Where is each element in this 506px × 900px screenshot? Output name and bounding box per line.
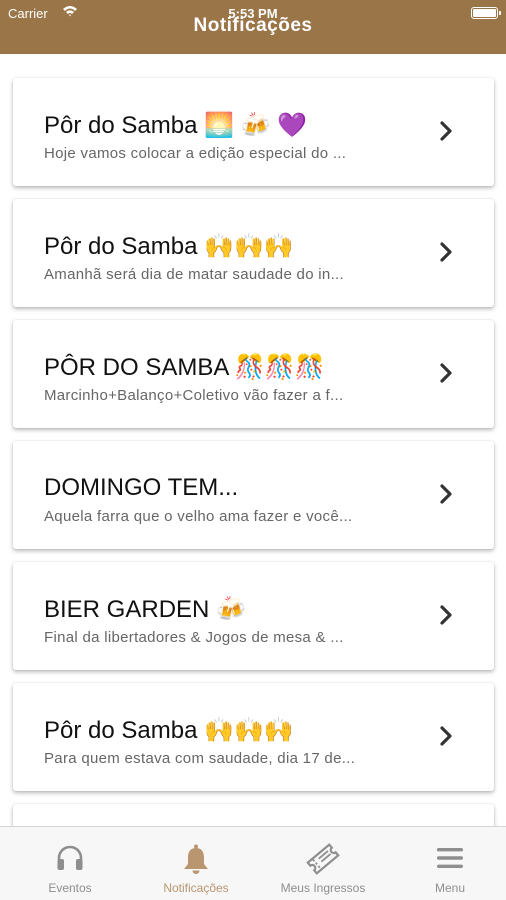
headphones-icon — [57, 845, 83, 870]
tab-label: Meus Ingressos — [280, 881, 366, 895]
notification-preview: Para quem estava com saudade, dia 17 de.… — [44, 750, 356, 767]
chevron-right-icon — [440, 726, 452, 746]
tab-notificacoes[interactable]: Notificações — [126, 827, 266, 900]
notification-title: Pôr do Samba 🙌🙌🙌 — [44, 717, 294, 744]
notification-item-partial[interactable] — [13, 804, 494, 826]
bell-icon — [184, 844, 208, 874]
notification-title: PÔR DO SAMBA 🎊🎊🎊 — [44, 354, 325, 381]
notification-item[interactable]: DOMINGO TEM... Aquela farra que o velho … — [13, 441, 494, 549]
chevron-right-icon — [440, 242, 452, 262]
ticket-icon — [306, 843, 340, 875]
chevron-right-icon — [440, 605, 452, 625]
chevron-right-icon — [440, 363, 452, 383]
chevron-right-icon — [440, 121, 452, 141]
notification-title: DOMINGO TEM... — [44, 474, 239, 501]
tab-bar: Eventos Notificações Meus Ingressos Menu — [0, 826, 506, 900]
notification-preview: Aquela farra que o velho ama fazer e voc… — [44, 508, 353, 525]
notification-title: BIER GARDEN 🍻 — [44, 596, 246, 623]
chevron-right-icon — [440, 484, 452, 504]
tab-label: Menu — [434, 881, 466, 895]
notifications-list[interactable]: Pôr do Samba 🌅 🍻 💜 Hoje vamos colocar a … — [0, 54, 506, 826]
notification-preview: Hoje vamos colocar a edição especial do … — [44, 145, 347, 162]
notification-preview: Amanhã será dia de matar saudade do in..… — [44, 266, 344, 283]
tab-label: Notificações — [163, 881, 229, 895]
notification-title: Pôr do Samba 🙌🙌🙌 — [44, 233, 294, 260]
notification-preview: Marcinho+Balanço+Coletivo vão fazer a f.… — [44, 387, 344, 404]
navigation-bar: Carrier 5:53 PM Notificações — [0, 0, 506, 54]
notification-title: Pôr do Samba 🌅 🍻 💜 — [44, 112, 308, 139]
notification-preview: Final da libertadores & Jogos de mesa & … — [44, 629, 344, 646]
notification-item[interactable]: Pôr do Samba 🙌🙌🙌 Amanhã será dia de mata… — [13, 199, 494, 307]
page-title: Notificações — [193, 15, 313, 36]
notification-item[interactable]: Pôr do Samba 🙌🙌🙌 Para quem estava com sa… — [13, 683, 494, 791]
menu-icon — [437, 848, 463, 868]
tab-label: Eventos — [48, 881, 92, 895]
notification-item[interactable]: Pôr do Samba 🌅 🍻 💜 Hoje vamos colocar a … — [13, 78, 494, 186]
notification-item[interactable]: PÔR DO SAMBA 🎊🎊🎊 Marcinho+Balanço+Coleti… — [13, 320, 494, 428]
tab-meus-ingressos[interactable]: Meus Ingressos — [253, 827, 393, 900]
tab-menu[interactable]: Menu — [380, 827, 506, 900]
tab-eventos[interactable]: Eventos — [0, 827, 140, 900]
notification-item[interactable]: BIER GARDEN 🍻 Final da libertadores & Jo… — [13, 562, 494, 670]
